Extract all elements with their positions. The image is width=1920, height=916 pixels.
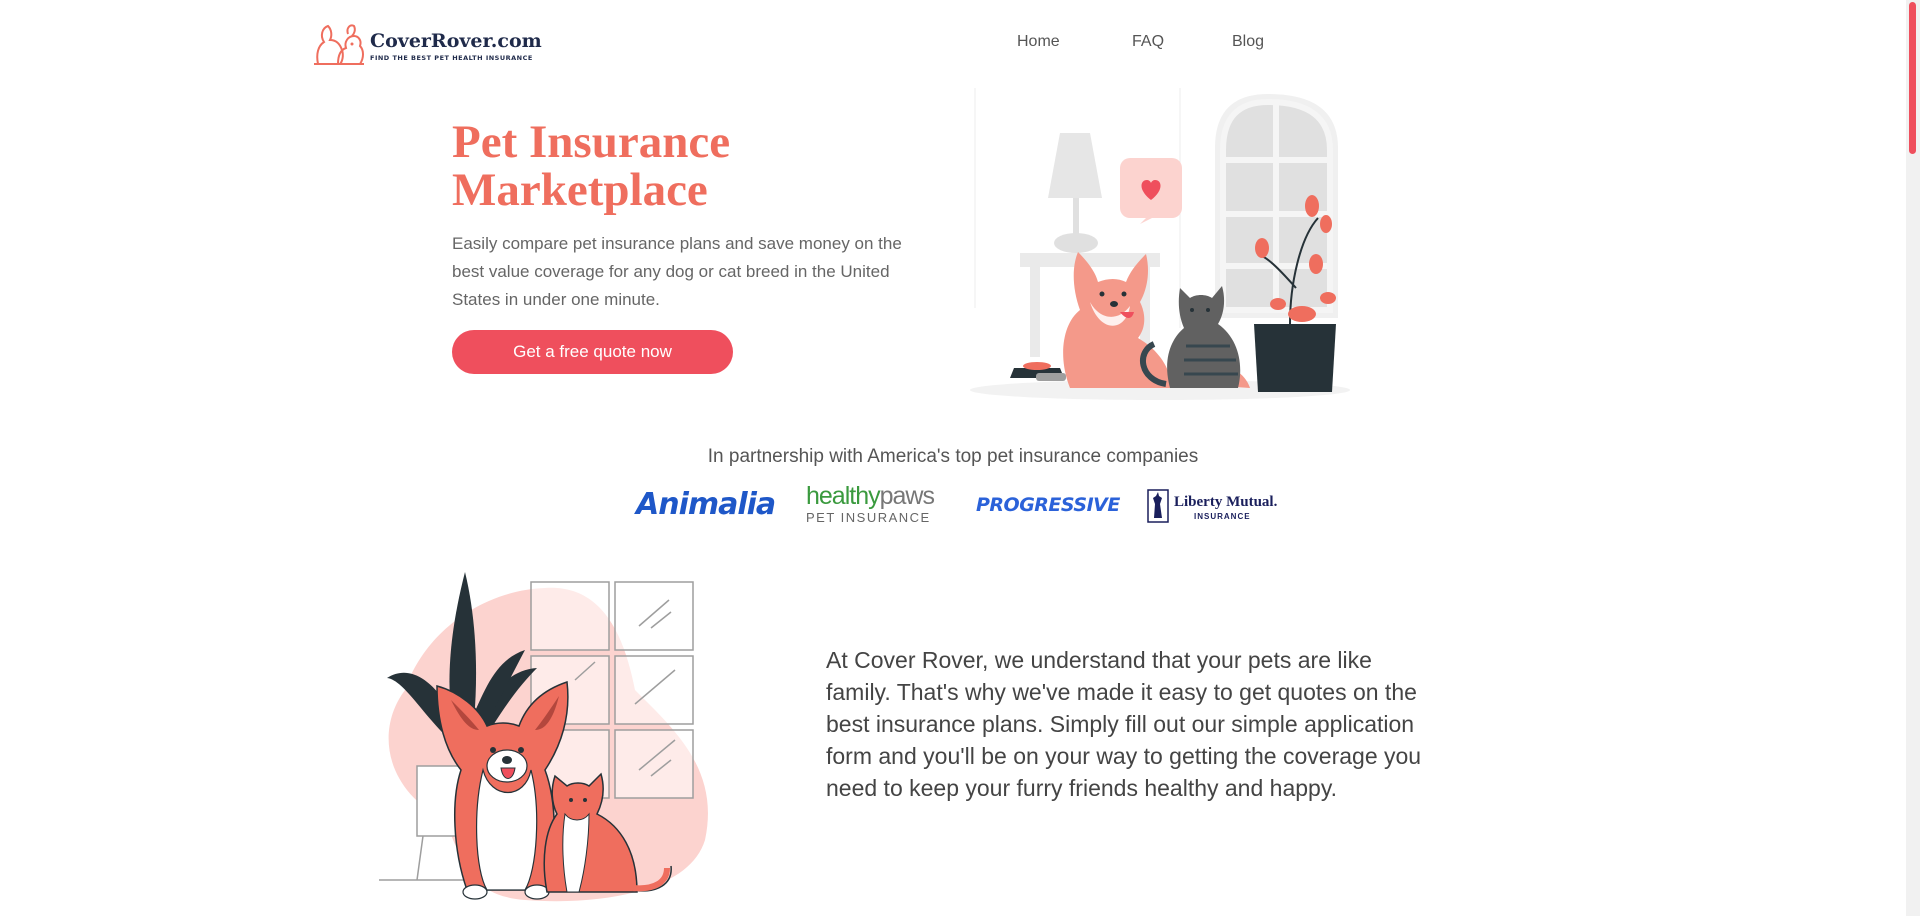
logo-title: CoverRover.com xyxy=(370,30,542,52)
dog-cat-logo-icon xyxy=(314,24,364,65)
about-paragraph: At Cover Rover, we understand that your … xyxy=(826,647,1422,801)
partners-heading: In partnership with America's top pet in… xyxy=(707,446,1199,467)
nav-blog-link[interactable]: Blog xyxy=(1232,33,1264,51)
liberty-mutual-subtext: INSURANCE xyxy=(1194,512,1251,521)
healthypaws-logo: healthypaws PET INSURANCE xyxy=(806,482,935,528)
dog-cat-window-illustration xyxy=(379,572,708,902)
hero-subtitle: Easily compare pet insurance plans and s… xyxy=(452,234,902,309)
liberty-mutual-logo: Liberty Mutual. INSURANCE xyxy=(1146,482,1278,528)
liberty-mutual-name: Liberty Mutual. xyxy=(1174,494,1278,510)
nav-home-link[interactable]: Home xyxy=(1017,33,1060,51)
dog-cat-living-room-illustration xyxy=(970,88,1350,400)
progressive-logo: PROGRESSIVE xyxy=(976,494,1120,516)
animalia-logo: Animalia xyxy=(636,487,776,522)
site-logo[interactable]: CoverRover.com FIND THE BEST PET HEALTH … xyxy=(312,20,542,70)
healthypaws-accent-text: paws xyxy=(879,482,935,510)
hero-title: Pet Insurance Marketplace xyxy=(452,116,731,216)
healthypaws-wordmark: healthypaws xyxy=(806,482,935,510)
statue-of-liberty-icon xyxy=(1147,489,1169,523)
get-quote-button[interactable]: Get a free quote now xyxy=(452,330,733,374)
vertical-scrollbar-thumb[interactable] xyxy=(1909,2,1916,154)
healthypaws-main-text: healthy xyxy=(806,482,881,510)
healthypaws-subtext: PET INSURANCE xyxy=(806,510,931,525)
logo-tagline: FIND THE BEST PET HEALTH INSURANCE xyxy=(370,54,533,62)
nav-faq-link[interactable]: FAQ xyxy=(1132,33,1164,51)
